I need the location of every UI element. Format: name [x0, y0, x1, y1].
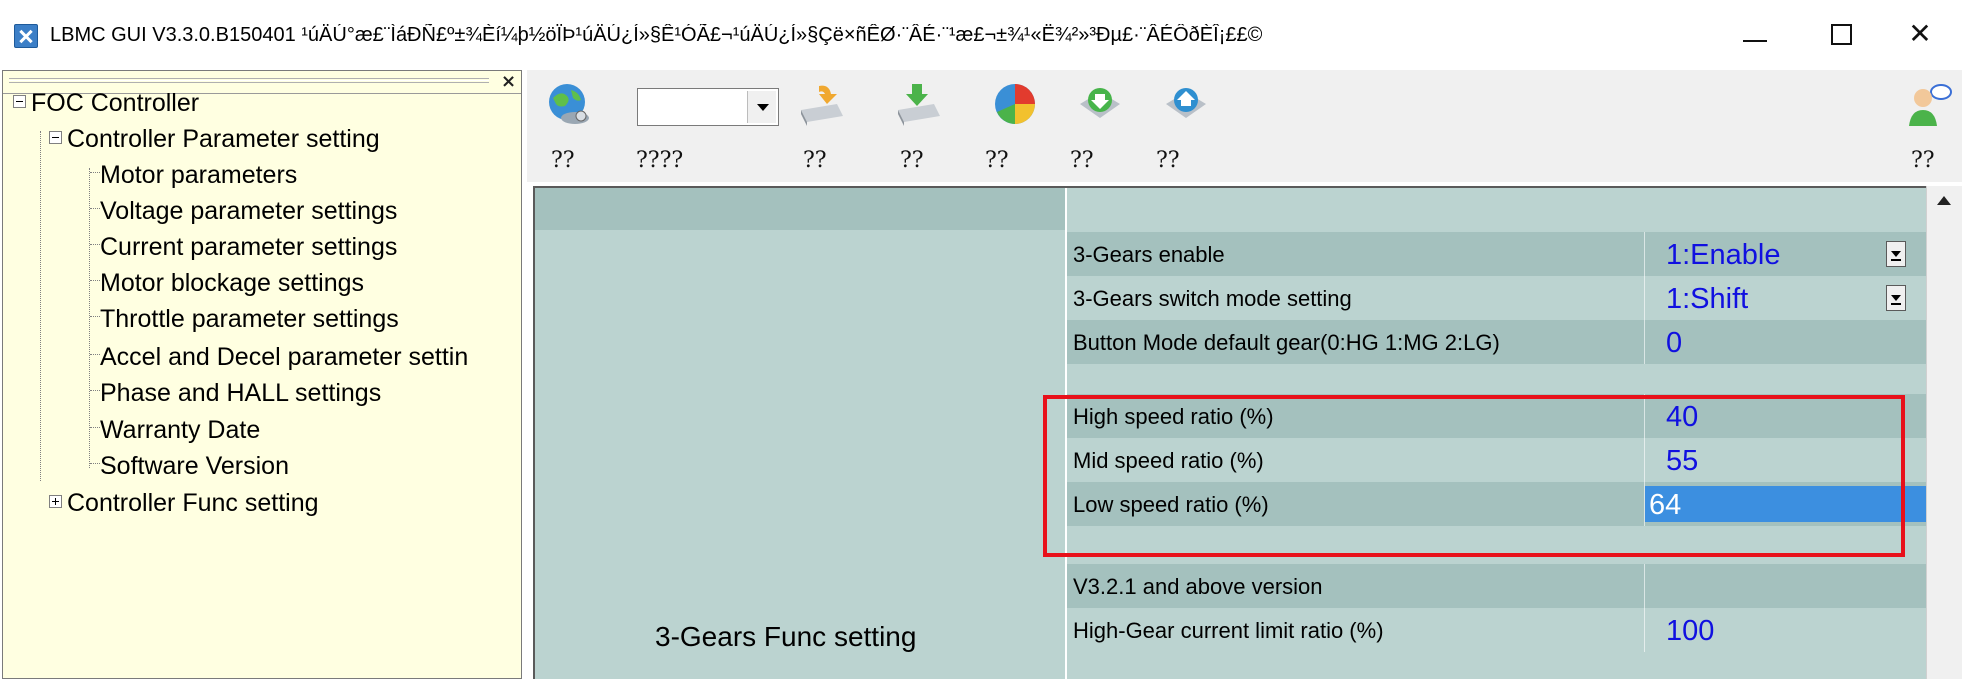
mid-speed-ratio-field[interactable]: 55 [1652, 442, 1939, 478]
toolbar-label-connect: ?? [551, 148, 575, 173]
tree-item-motor-blockage-settings[interactable]: Motor blockage settings [100, 269, 364, 298]
row-label: 3-Gears enable [1073, 242, 1225, 267]
chevron-down-icon[interactable] [747, 91, 776, 123]
user-icon[interactable] [1905, 80, 1953, 128]
app-logo-icon [14, 24, 38, 48]
table-row[interactable]: Button Mode default gear(0:HG 1:MG 2:LG)… [1067, 320, 1962, 364]
toolbar-label-port: ???? [636, 148, 684, 173]
tree-item-throttle-parameter-settings[interactable]: Throttle parameter settings [100, 305, 399, 334]
tree-node-controller-func-setting[interactable]: Controller Func setting [67, 489, 319, 518]
folder-open-icon[interactable] [797, 80, 845, 128]
row-label: 3-Gears switch mode setting [1073, 286, 1352, 311]
row-label: High speed ratio (%) [1073, 404, 1274, 429]
tree-item-voltage-parameter-settings[interactable]: Voltage parameter settings [100, 197, 397, 226]
tree-item-current-parameter-settings[interactable]: Current parameter settings [100, 233, 397, 262]
parameter-grid: 3-Gears Func setting 3-Gears enable 1:En… [533, 186, 1962, 681]
table-row [1067, 364, 1962, 394]
minimize-button[interactable] [1731, 12, 1781, 56]
category-header [535, 188, 1065, 230]
low-speed-ratio-field[interactable]: 64 [1645, 486, 1935, 522]
row-label: Low speed ratio (%) [1073, 492, 1269, 517]
tree-item-motor-parameters[interactable]: Motor parameters [100, 161, 297, 190]
title-bar: LBMC GUI V3.3.0.B150401 ¹úÄÚ°æ£¨ÌáÐÑ£º±¾… [0, 0, 1962, 70]
row-label: V3.2.1 and above version [1073, 574, 1323, 599]
toolbar-label-chart: ?? [985, 148, 1009, 173]
table-row [1067, 526, 1962, 564]
globe-connect-icon[interactable] [545, 80, 593, 128]
tree-node-controller-parameter-setting[interactable]: Controller Parameter setting [67, 125, 380, 154]
category-label: 3-Gears Func setting [655, 621, 917, 652]
toolbar-label-download: ?? [1070, 148, 1094, 173]
table-row[interactable]: High speed ratio (%) 40 [1067, 394, 1962, 438]
scroll-up-icon[interactable] [1937, 196, 1951, 205]
toolbar-label-user: ?? [1911, 148, 1935, 173]
folder-save-icon[interactable] [894, 80, 942, 128]
port-select-combo[interactable] [637, 88, 779, 126]
table-row[interactable]: 3-Gears enable 1:Enable [1067, 232, 1962, 276]
navigation-tree-panel: × FOC Controller Controller Parameter se… [2, 70, 522, 679]
tree-item-warranty-date[interactable]: Warranty Date [100, 416, 260, 445]
pie-chart-icon[interactable] [991, 80, 1039, 128]
window-title: LBMC GUI V3.3.0.B150401 ¹úÄÚ°æ£¨ÌáÐÑ£º±¾… [50, 24, 1263, 46]
table-row [1067, 188, 1962, 232]
tree-item-accel-decel-parameter-settings[interactable]: Accel and Decel parameter settin [100, 343, 468, 372]
table-row[interactable]: Low speed ratio (%) 64 [1067, 482, 1962, 526]
tree-close-icon[interactable]: × [501, 71, 516, 92]
table-row[interactable]: Mid speed ratio (%) 55 [1067, 438, 1962, 482]
table-row[interactable]: High-Gear current limit ratio (%) 100 [1067, 608, 1962, 652]
tree-node-foc-controller[interactable]: FOC Controller [31, 89, 199, 118]
tree-group-expand-icon[interactable] [49, 495, 62, 508]
upload-icon[interactable] [1162, 80, 1210, 128]
row-label: Button Mode default gear(0:HG 1:MG 2:LG) [1073, 330, 1500, 355]
high-speed-ratio-field[interactable]: 40 [1652, 398, 1939, 434]
chevron-down-icon[interactable] [1886, 285, 1906, 311]
tree-item-phase-hall-settings[interactable]: Phase and HALL settings [100, 379, 381, 408]
table-row: V3.2.1 and above version [1067, 564, 1962, 608]
maximize-button[interactable] [1815, 12, 1865, 56]
tree-root-collapse-icon[interactable] [13, 95, 26, 108]
row-label: Mid speed ratio (%) [1073, 448, 1264, 473]
download-icon[interactable] [1076, 80, 1124, 128]
high-gear-current-limit-field[interactable]: 100 [1652, 612, 1939, 648]
tree-group-collapse-icon[interactable] [49, 131, 62, 144]
toolbar-label-upload: ?? [1156, 148, 1180, 173]
default-gear-field[interactable]: 0 [1652, 324, 1939, 360]
toolbar: ?? ???? ?? ?? ?? ?? ?? ?? [527, 70, 1962, 182]
toolbar-label-open: ?? [803, 148, 827, 173]
toolbar-label-save: ?? [900, 148, 924, 173]
row-label: High-Gear current limit ratio (%) [1073, 618, 1384, 643]
tree-item-software-version[interactable]: Software Version [100, 452, 289, 481]
close-button[interactable]: ✕ [1895, 12, 1945, 56]
chevron-down-icon[interactable] [1886, 241, 1906, 267]
table-row[interactable]: 3-Gears switch mode setting 1:Shift [1067, 276, 1962, 320]
vertical-scrollbar[interactable] [1926, 186, 1962, 679]
